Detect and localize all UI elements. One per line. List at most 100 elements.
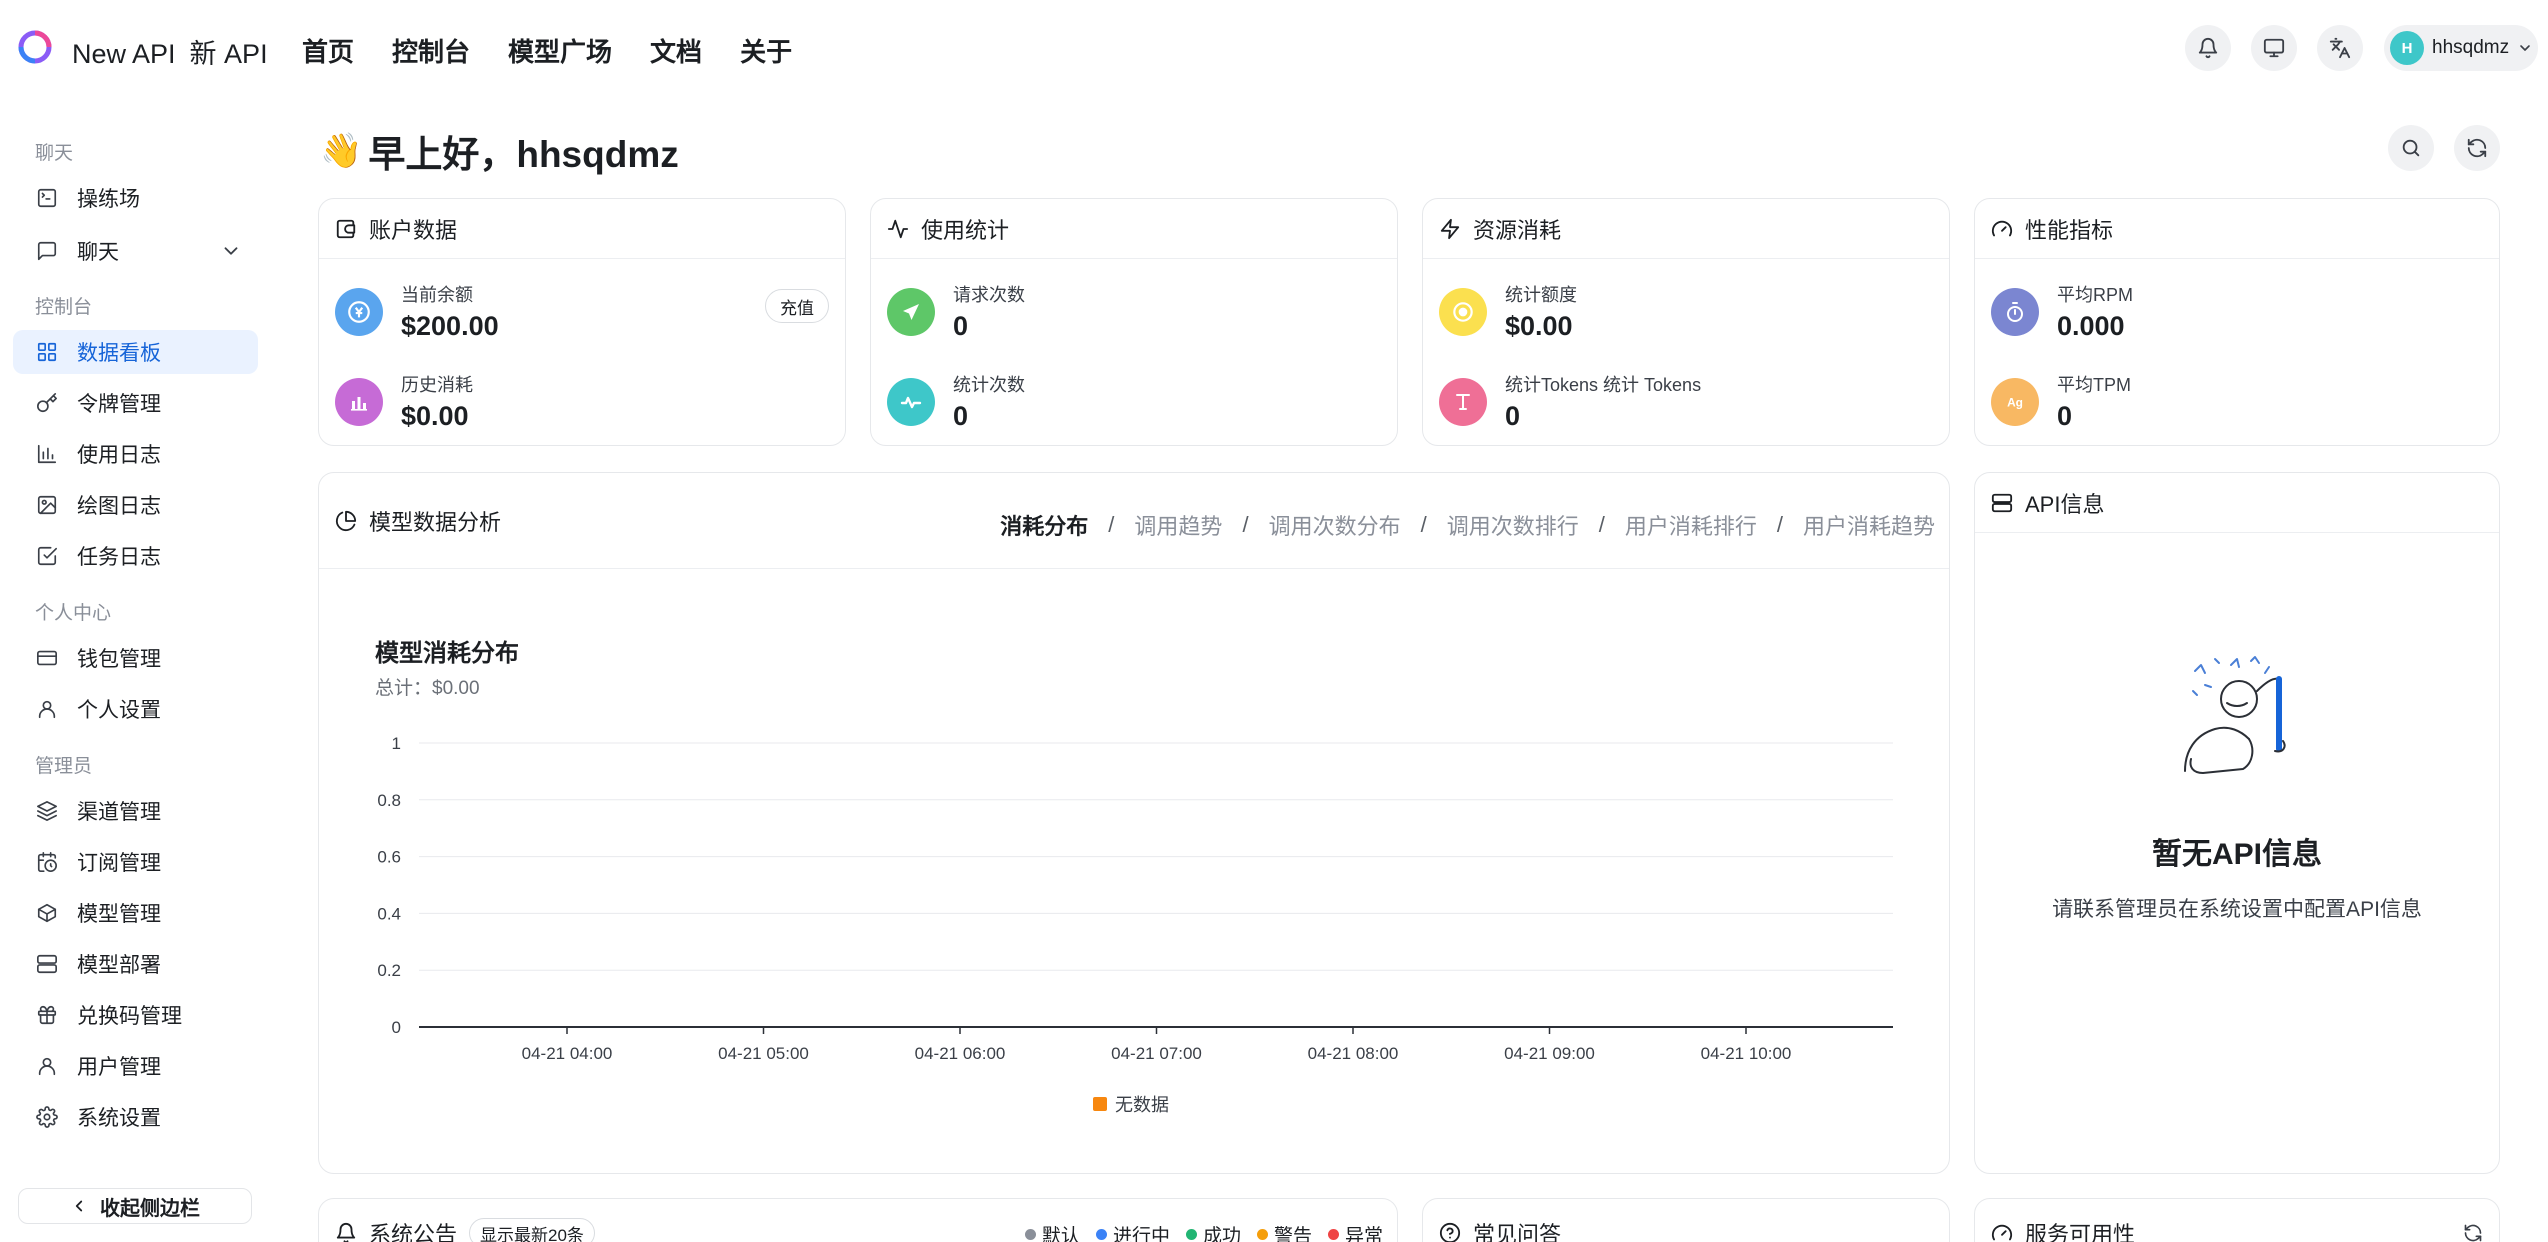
sidebar-item-models[interactable]: 模型管理 [13, 891, 258, 935]
translate-icon [2329, 37, 2351, 59]
account-card: 账户数据 当前余额 $200.00 充值 历史消耗 $0.00 [318, 198, 846, 446]
sidebar-item-wallet[interactable]: 钱包管理 [13, 636, 258, 680]
y-tick-label: 0 [392, 1018, 401, 1037]
api-info-title: API信息 [2025, 491, 2105, 517]
send-icon [887, 287, 935, 336]
quota-stat: 统计额度 $0.00 [1439, 281, 1577, 342]
brand-name[interactable]: New API 新 API [72, 32, 268, 71]
sidebar-item-label: 系统设置 [77, 1107, 161, 1130]
announcements-card: 系统公告 显示最新20条 默认 进行中 成功 警告 异常 [318, 1198, 1398, 1242]
zap-icon [1439, 218, 1461, 240]
bell-icon [2197, 37, 2219, 59]
sidebar-group-console: 控制台 [35, 297, 93, 318]
tpm-value: 0 [2057, 401, 2073, 431]
empty-illustration [2165, 651, 2315, 791]
language-button[interactable] [2317, 25, 2363, 71]
resource-card: 资源消耗 统计额度 $0.00 统计Tokens 统计 Tokens 0 [1422, 198, 1950, 446]
refresh-button[interactable] [2454, 125, 2500, 171]
quota-label: 统计额度 [1505, 285, 1577, 305]
sidebar-item-task-log[interactable]: 任务日志 [13, 534, 258, 578]
sidebar-item-usage-log[interactable]: 使用日志 [13, 432, 258, 476]
logo-icon[interactable] [18, 30, 52, 64]
y-tick-label: 0.4 [377, 904, 401, 923]
user-icon [35, 697, 59, 721]
status-warning: 警告 [1256, 1221, 1312, 1242]
spent-stat: 历史消耗 $0.00 [335, 371, 473, 432]
tpm-stat: Ag 平均TPM 0 [1991, 371, 2131, 432]
bell-icon [335, 1222, 357, 1242]
performance-card-title: 性能指标 [2025, 217, 2114, 243]
sidebar-item-deployments[interactable]: 模型部署 [13, 942, 258, 986]
brand-en: New API [72, 39, 176, 69]
latest-badge: 显示最新20条 [469, 1218, 595, 1242]
sidebar-item-drawing-log[interactable]: 绘图日志 [13, 483, 258, 527]
refresh-icon[interactable] [2463, 1223, 2483, 1242]
sidebar-item-subscriptions[interactable]: 订阅管理 [13, 840, 258, 884]
page-title: 👋 早上好，hhsqdmz [320, 124, 679, 178]
nav-console[interactable]: 控制台 [392, 32, 470, 69]
count-stat: 统计次数 0 [887, 371, 1025, 432]
collapse-sidebar-button[interactable]: 收起侧边栏 [18, 1188, 252, 1224]
status-legend: 默认 进行中 成功 警告 异常 [1024, 1221, 1383, 1242]
key-icon [35, 391, 59, 415]
greeting-text: 早上好，hhsqdmz [368, 134, 679, 175]
sidebar-item-label: 令牌管理 [77, 393, 161, 416]
sidebar-item-system-settings[interactable]: 系统设置 [13, 1095, 258, 1139]
count-value: 0 [953, 401, 969, 431]
sidebar-item-label: 模型部署 [77, 954, 161, 977]
chart-legend[interactable]: 无数据 [1093, 1091, 1169, 1117]
sidebar-item-label: 钱包管理 [77, 648, 161, 671]
sidebar-item-personal-settings[interactable]: 个人设置 [13, 687, 258, 731]
avatar: H [2390, 31, 2424, 65]
sidebar-item-label: 用户管理 [77, 1056, 161, 1079]
sidebar-item-tokens[interactable]: 令牌管理 [13, 381, 258, 425]
gear-icon [35, 1105, 59, 1129]
recharge-button[interactable]: 充值 [765, 289, 829, 323]
chevron-down-icon [2517, 40, 2533, 56]
wallet-icon [335, 218, 357, 240]
api-empty-description: 请联系管理员在系统设置中配置API信息 [2052, 898, 2422, 921]
usage-card: 使用统计 请求次数 0 统计次数 0 [870, 198, 1398, 446]
sidebar-item-label: 绘图日志 [77, 495, 161, 518]
spent-value: $0.00 [401, 401, 469, 431]
sidebar-item-dashboard[interactable]: 数据看板 [13, 330, 258, 374]
nav-docs[interactable]: 文档 [650, 32, 702, 69]
faq-title: 常见问答 [1473, 1222, 1562, 1242]
nav-model-plaza[interactable]: 模型广场 [508, 32, 612, 69]
sidebar-item-chat[interactable]: 聊天 [13, 229, 258, 273]
sidebar-item-label: 聊天 [77, 241, 119, 264]
svg-text:Ag: Ag [2007, 395, 2023, 409]
sidebar-item-users[interactable]: 用户管理 [13, 1044, 258, 1088]
search-button[interactable] [2388, 125, 2434, 171]
user-menu[interactable]: H hhsqdmz [2384, 25, 2538, 71]
sidebar-item-playground[interactable]: 操练场 [13, 176, 258, 220]
theme-button[interactable] [2251, 25, 2297, 71]
sidebar-item-label: 订阅管理 [77, 852, 161, 875]
user-icon [35, 1054, 59, 1078]
coins-icon [1439, 287, 1487, 336]
sidebar-item-redemption[interactable]: 兑换码管理 [13, 993, 258, 1037]
rpm-value: 0.000 [2057, 311, 2125, 341]
tokens-stat: 统计Tokens 统计 Tokens 0 [1439, 371, 1701, 432]
gauge-icon [1991, 218, 2013, 240]
account-card-title: 账户数据 [369, 217, 458, 243]
sidebar-item-label: 使用日志 [77, 444, 161, 467]
text-icon [1439, 377, 1487, 426]
notification-button[interactable] [2185, 25, 2231, 71]
chevron-left-icon [70, 1197, 88, 1215]
rpm-label: 平均RPM [2057, 285, 2133, 305]
credit-card-icon [35, 646, 59, 670]
x-tick-label: 04-21 09:00 [1504, 1044, 1595, 1063]
status-ongoing: 进行中 [1095, 1221, 1170, 1242]
quota-value: $0.00 [1505, 311, 1573, 341]
sidebar-item-channels[interactable]: 渠道管理 [13, 789, 258, 833]
tokens-label: 统计Tokens 统计 Tokens [1505, 375, 1702, 395]
service-card: 服务可用性 [1974, 1198, 2500, 1242]
nav-home[interactable]: 首页 [302, 32, 354, 69]
sidebar-group-admin: 管理员 [35, 756, 93, 777]
nav-about[interactable]: 关于 [740, 32, 792, 69]
layers-icon [35, 799, 59, 823]
balance-value: $200.00 [401, 311, 499, 341]
monitor-icon [2263, 37, 2285, 59]
api-empty-title: 暂无API信息 [2151, 838, 2322, 871]
